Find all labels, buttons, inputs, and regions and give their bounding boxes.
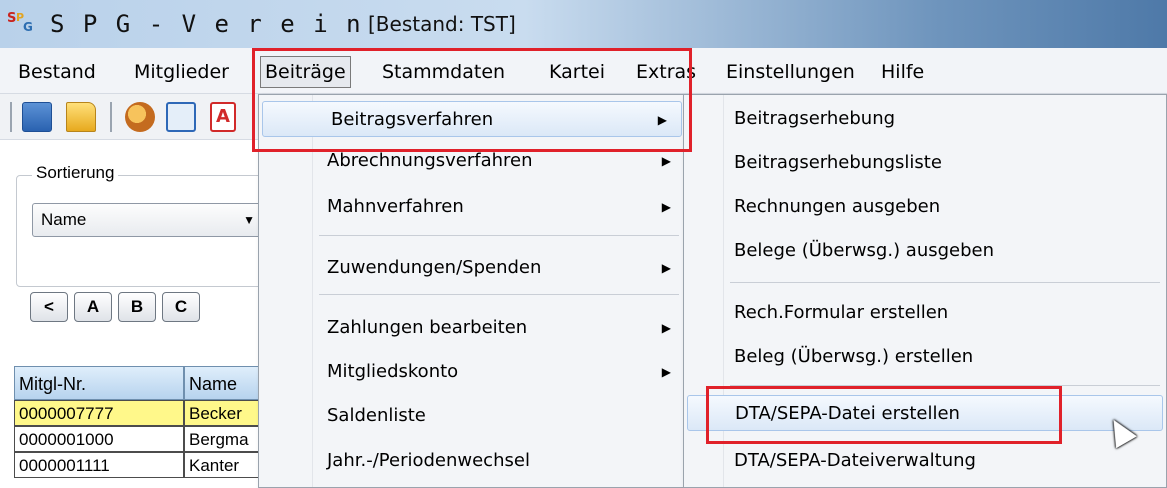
toolbar-separator <box>110 102 112 132</box>
menu-item-belege-ausgeben[interactable]: Belege (Überwsg.) ausgeben <box>684 233 1166 269</box>
members-icon[interactable] <box>125 102 155 132</box>
submenu-arrow-icon: ▶ <box>661 200 671 214</box>
toolbar-separator <box>10 102 12 132</box>
menu-item-beitragserhebungsliste[interactable]: Beitragserhebungsliste <box>684 145 1166 181</box>
sort-label: Sortierung <box>32 163 119 183</box>
document-icon[interactable] <box>166 102 196 132</box>
alpha-button-a[interactable]: A <box>74 292 112 322</box>
menu-item-label: Abrechnungsverfahren <box>327 150 533 171</box>
letter-icon[interactable]: A <box>210 102 236 132</box>
annotation-highlight-box <box>252 48 692 152</box>
chevron-down-icon: ▼ <box>243 213 255 227</box>
alpha-button-back[interactable]: < <box>30 292 68 322</box>
copy-icon[interactable] <box>22 102 52 132</box>
menu-item-rechnungen-ausgeben[interactable]: Rechnungen ausgeben <box>684 189 1166 225</box>
menu-item-label: Saldenliste <box>327 405 426 426</box>
column-header-nr[interactable]: Mitgl-Nr. <box>14 366 184 400</box>
menu-item-label: Zahlungen bearbeiten <box>327 317 528 338</box>
logo-letter-g: G <box>23 20 33 34</box>
alpha-button-c[interactable]: C <box>162 292 200 322</box>
menu-item-mitgliedskonto[interactable]: Mitgliedskonto ▶ <box>259 354 685 390</box>
menu-separator <box>319 294 679 295</box>
submenu-arrow-icon: ▶ <box>661 365 671 379</box>
sort-select-value: Name <box>41 210 87 229</box>
annotation-highlight-box <box>706 386 1062 444</box>
menu-item-label: Mahnverfahren <box>327 196 464 217</box>
menu-item-periodenwechsel[interactable]: Jahr.-/Periodenwechsel <box>259 443 685 479</box>
submenu-arrow-icon: ▶ <box>661 321 671 335</box>
menu-item-zuwendungen[interactable]: Zuwendungen/Spenden ▶ <box>259 250 685 286</box>
menu-bestand[interactable]: Bestand <box>14 58 100 86</box>
menu-item-beitragserhebung[interactable]: Beitragserhebung <box>684 101 1166 137</box>
menu-item-label: Zuwendungen/Spenden <box>327 257 542 278</box>
menu-item-rech-formular[interactable]: Rech.Formular erstellen <box>684 295 1166 331</box>
menu-item-beleg-erstellen[interactable]: Beleg (Überwsg.) erstellen <box>684 339 1166 375</box>
menu-separator <box>730 282 1160 283</box>
window-subtitle: [Bestand: TST] <box>368 12 516 36</box>
window-title: S P G - V e r e i n <box>50 10 363 38</box>
cell-nr: 0000001111 <box>14 452 184 478</box>
menu-item-saldenliste[interactable]: Saldenliste <box>259 398 685 434</box>
menu-mitglieder[interactable]: Mitglieder <box>130 58 233 86</box>
menu-item-label: Mitgliedskonto <box>327 361 459 382</box>
sort-select[interactable]: Name ▼ <box>32 203 262 237</box>
menu-item-label: Jahr.-/Periodenwechsel <box>327 450 530 471</box>
menu-einstellungen[interactable]: Einstellungen <box>722 58 859 86</box>
open-folder-icon[interactable] <box>66 102 96 132</box>
app-logo: S P G <box>6 10 36 38</box>
beitraege-menu: Beitragsverfahren ▶ Abrechnungsverfahren… <box>258 94 686 488</box>
submenu-arrow-icon: ▶ <box>661 261 671 275</box>
alpha-button-b[interactable]: B <box>118 292 156 322</box>
logo-letter-s: S <box>7 11 17 26</box>
menu-hilfe[interactable]: Hilfe <box>877 58 928 86</box>
cell-nr: 0000007777 <box>14 400 184 426</box>
menu-separator <box>319 235 679 236</box>
cell-nr: 0000001000 <box>14 426 184 452</box>
menu-item-dta-sepa-dateiverwaltung[interactable]: DTA/SEPA-Dateiverwaltung <box>684 443 1166 479</box>
menu-item-zahlungen[interactable]: Zahlungen bearbeiten ▶ <box>259 310 685 346</box>
menu-item-mahnverfahren[interactable]: Mahnverfahren ▶ <box>259 189 685 225</box>
title-bar: S P G S P G - V e r e i n [Bestand: TST] <box>0 0 1167 48</box>
